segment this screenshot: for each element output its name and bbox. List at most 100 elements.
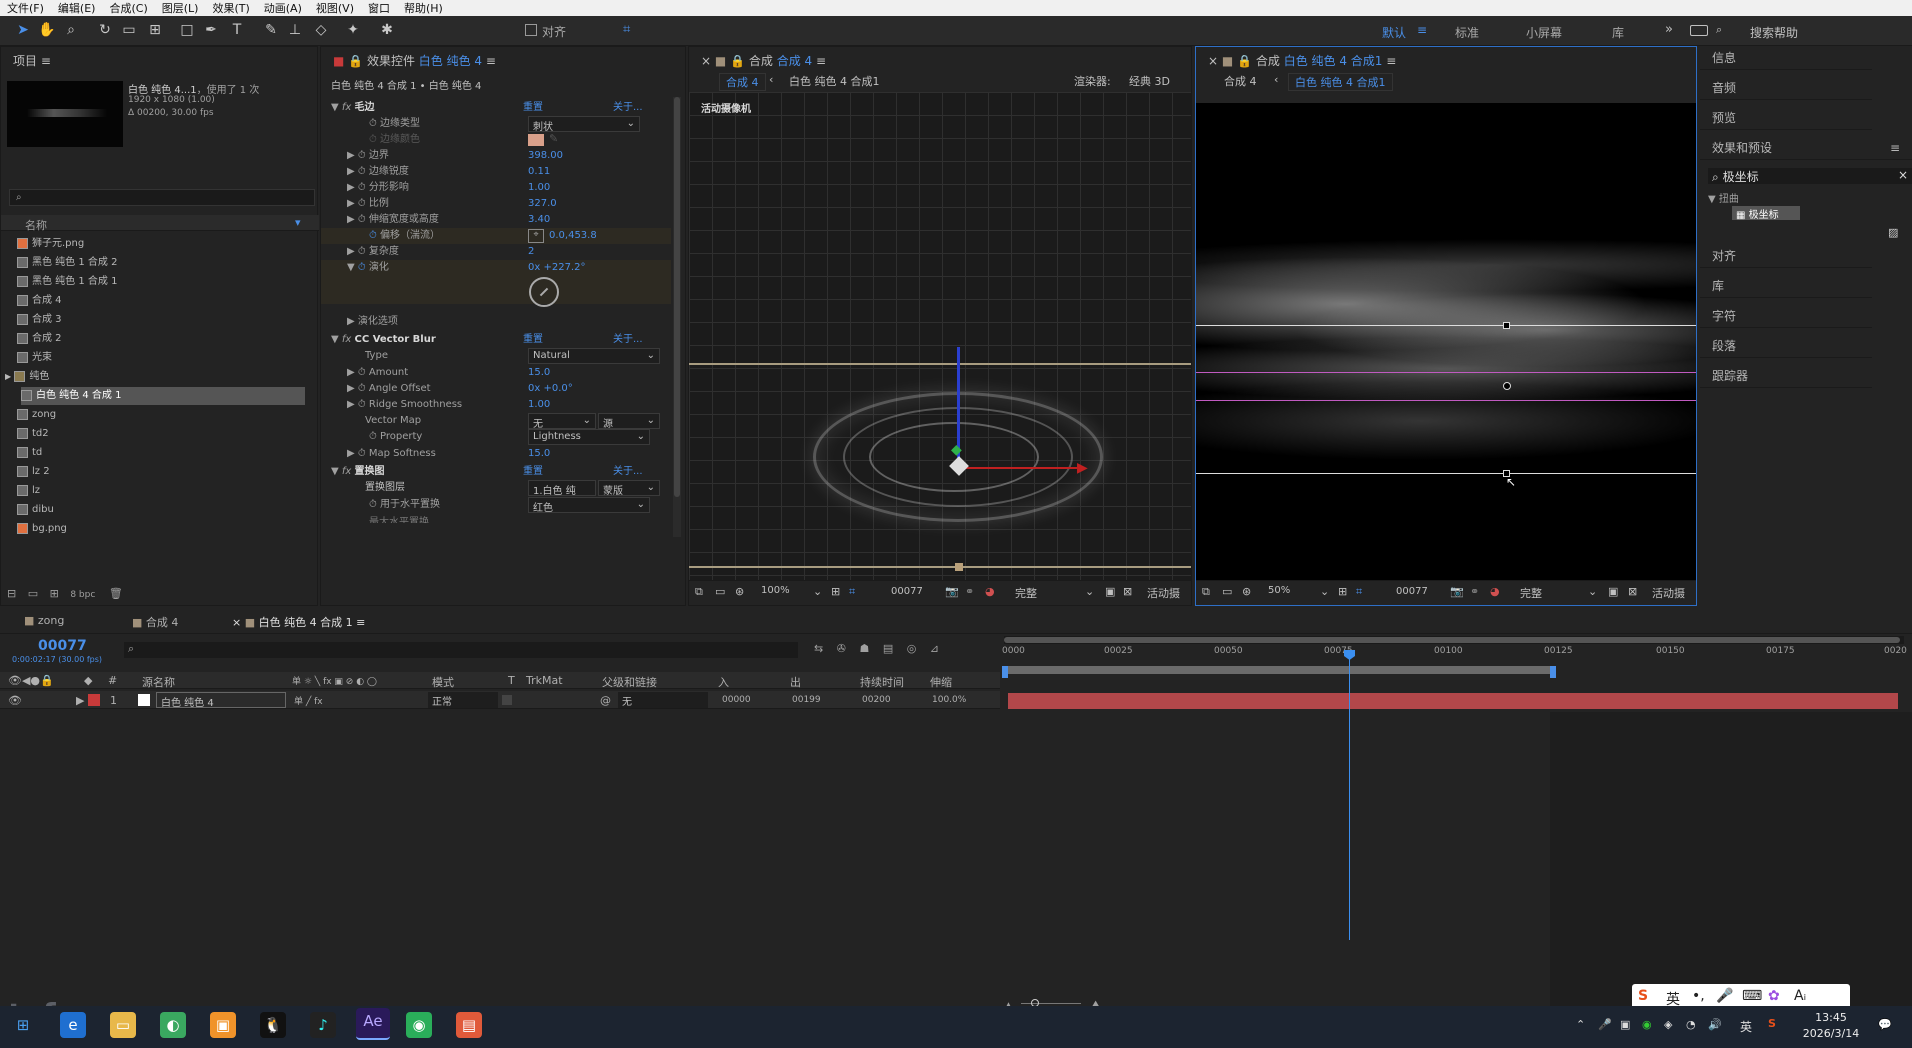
work-area-end-handle[interactable] [1550,666,1556,678]
character-panel-header[interactable]: 字符 [1700,304,1872,328]
reset-button[interactable]: 重置 [523,100,543,116]
about-link[interactable]: 关于... [613,464,643,480]
property-dropdown[interactable]: Lightness ⌄ [528,429,650,445]
app-capcut-icon[interactable]: ♪ [310,1012,336,1038]
breadcrumb-comp4[interactable]: 合成 4 [719,73,766,91]
menu-layer[interactable]: 图层(L) [155,0,206,16]
table-row[interactable]: 👁 ▶ 1 白色 纯色 4 单 ╱ fx 正常 @ 无 00000 00199 … [0,691,1000,709]
eraser-tool-icon[interactable]: ◇ [312,21,330,39]
tray-mic-icon[interactable]: 🎤 [1598,1018,1612,1031]
eyedropper-icon[interactable]: ✎ [549,132,558,145]
playhead-line[interactable] [1349,650,1350,940]
zoom-tool-icon[interactable]: ⌕ [62,21,80,39]
expand-arrow-icon[interactable]: ▶ [347,246,355,257]
type-tool-icon[interactable]: T [228,21,246,39]
edge-color-swatch[interactable] [528,134,544,146]
app-red-icon[interactable]: ▤ [456,1012,482,1038]
quality-dropdown[interactable]: 完整 [1015,585,1037,601]
search-help-input[interactable]: 搜索帮助 [1750,24,1798,41]
list-item[interactable]: 合成 4 [17,292,62,310]
scale-value[interactable]: 327.0 [528,196,557,212]
wechat-icon[interactable]: ◉ [406,1012,432,1038]
layer-switches[interactable]: 单 ╱ fx [294,694,323,707]
column-name[interactable]: 名称 [25,217,47,233]
panel-menu-icon[interactable]: ≡ [486,54,496,68]
list-item[interactable]: lz 2 [17,463,50,481]
menu-view[interactable]: 视图(V) [309,0,361,16]
expand-arrow-icon[interactable]: ▶ [347,399,355,410]
expand-arrow-icon[interactable]: ▶ [76,694,84,707]
hand-tool-icon[interactable]: ✋ [38,21,56,39]
lock-icon[interactable]: 🔒 [730,54,745,68]
evolution-value[interactable]: 0x +227.2° [528,260,585,276]
reset-button[interactable]: 重置 [523,464,543,480]
tray-network-icon[interactable]: ◈ [1664,1018,1672,1031]
preview-panel-header[interactable]: 预览 [1700,106,1872,130]
timeline-graph[interactable]: 0000 00025 00050 00075 00100 00125 00150… [1002,636,1912,1008]
stopwatch-icon[interactable]: ⏱ [358,246,366,257]
effects-presets-header[interactable]: 效果和预设 ≡ [1700,136,1912,160]
about-link[interactable]: 关于... [613,332,643,348]
collapse-arrow-icon[interactable]: ▼ [331,334,339,345]
zoom-slider-track[interactable] [1021,1003,1081,1004]
skin-icon[interactable]: ✿ [1768,988,1780,1004]
menu-animation[interactable]: 动画(A) [257,0,309,16]
new-comp-icon[interactable]: ⊞ [50,587,59,600]
close-icon[interactable]: × [701,54,711,68]
layer-handle[interactable] [1503,322,1510,329]
workspace-standard[interactable]: 标准 [1455,24,1479,41]
breadcrumb-comp4[interactable]: 合成 4 [1224,73,1257,89]
menu-file[interactable]: 文件(F) [0,0,51,16]
layer-stretch[interactable]: 100.0% [932,695,966,705]
3d-view-icon[interactable]: ⊠ [1123,585,1132,598]
stopwatch-icon[interactable]: ⏱ [358,383,366,394]
work-area-start-handle[interactable] [1002,666,1008,678]
pick-whip-icon[interactable]: @ [600,694,611,707]
menu-effect[interactable]: 效果(T) [205,0,256,16]
tray-overflow-icon[interactable]: ⌃ [1576,1018,1585,1031]
effect-result-polar-coordinates[interactable]: ▦ 极坐标 [1732,206,1800,221]
list-item[interactable]: td2 [17,425,49,443]
scrollbar-thumb[interactable] [674,97,680,497]
more-workspaces-icon[interactable]: » [1665,22,1673,37]
sort-arrow-icon[interactable]: ▾ [295,216,301,229]
chevron-down-icon[interactable]: ⌄ [1085,585,1094,598]
snapshot-icon[interactable]: 📷 [945,585,959,598]
chevron-down-icon[interactable]: ⌄ [813,585,822,598]
taskbar-clock[interactable]: 13:45 2026/3/14 [1796,1010,1866,1042]
stopwatch-icon[interactable]: ⏱ [358,399,366,410]
paragraph-panel-header[interactable]: 段落 [1700,334,1872,358]
layer-label-color[interactable] [88,694,100,706]
edge-type-dropdown[interactable]: 刺状 ⌄ [528,116,640,133]
panel-menu-icon[interactable]: ≡ [41,54,51,68]
ai-icon[interactable]: Aᵢ [1794,988,1806,1004]
evolution-options-row[interactable]: ▶ 演化选项 [347,314,398,330]
reset-button[interactable]: 重置 [523,332,543,348]
sogou-logo-icon[interactable]: S [1638,988,1648,1004]
channel-icon[interactable]: ⚭ [965,585,974,598]
always-preview-icon[interactable]: ⧉ [1202,585,1210,599]
collapse-arrow-icon[interactable]: ▼ [331,466,339,477]
panel-menu-icon[interactable]: ≡ [356,616,365,629]
tray-volume-icon[interactable]: 🔊 [1708,1018,1722,1031]
stopwatch-active-icon[interactable]: ⏱ [358,262,366,273]
layer-name[interactable]: 白色 纯色 4 [156,692,286,709]
align-checkbox[interactable] [525,24,537,36]
collapse-arrow-icon[interactable]: ▼ [1708,194,1716,205]
menu-composition[interactable]: 合成(C) [102,0,154,16]
tray-ime-language[interactable]: 英 [1740,1018,1752,1035]
roto-brush-tool-icon[interactable]: ✦ [344,21,362,39]
navigator-bar[interactable] [1004,637,1900,643]
effect-controls-tab[interactable]: ■ 🔒 效果控件 白色 纯色 4 ≡ [321,47,685,69]
list-item[interactable]: zong [17,406,56,424]
list-item[interactable]: ▶ 纯色 [5,368,49,386]
tab-white-solid-comp[interactable]: × ■ 白色 纯色 4 合成 1 ≡ [232,614,365,630]
about-link[interactable]: 关于... [613,100,643,116]
expand-arrow-icon[interactable]: ▶ [347,448,355,459]
type-dropdown[interactable]: Natural ⌄ [528,348,660,364]
toggle-transparency-icon[interactable]: ▣ [1608,585,1618,598]
tray-app-icon[interactable]: ▣ [1620,1018,1630,1031]
list-item[interactable]: dibu [17,501,54,519]
column-parent[interactable]: 父级和链接 [602,674,657,690]
panel-menu-icon[interactable]: ≡ [1386,54,1396,68]
